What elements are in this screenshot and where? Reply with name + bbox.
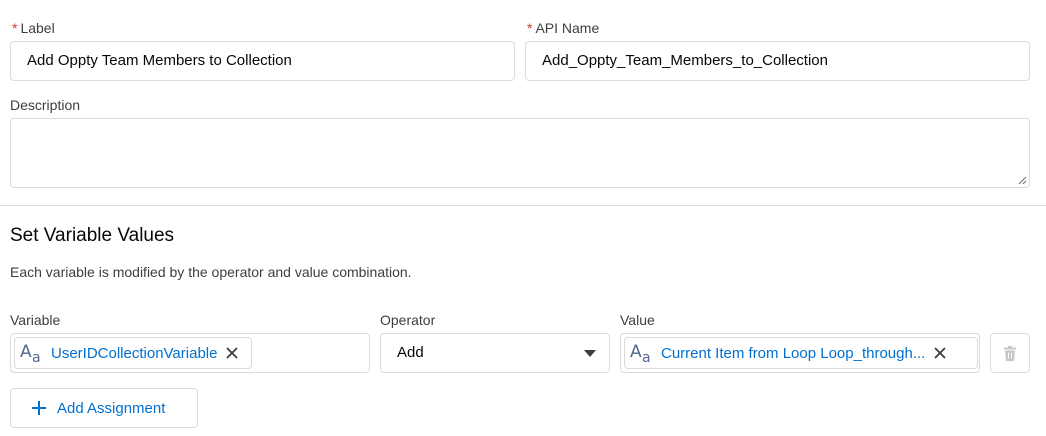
section-title: Set Variable Values [10,225,175,246]
delete-assignment-button[interactable] [990,333,1030,373]
svg-text:a: a [32,350,41,365]
description-label: Description [10,97,81,113]
label-input[interactable]: Add Oppty Team Members to Collection [10,41,515,81]
svg-text:A: A [20,342,32,362]
section-description: Each variable is modified by the operato… [10,264,412,280]
value-label: Value [620,312,655,328]
api-name-field-label-text: API Name [535,20,600,36]
plus-icon [31,400,47,416]
operator-select[interactable]: Add [380,333,610,373]
close-icon[interactable] [225,346,239,360]
trash-icon [1004,345,1016,361]
label-field-label-text: Label [20,20,55,36]
required-marker: * [527,20,533,36]
resize-grip-icon[interactable] [1018,176,1027,185]
value-combobox[interactable]: A a Current Item from Loop Loop_through.… [620,333,980,373]
required-marker: * [12,20,18,36]
variable-pill-label: UserIDCollectionVariable [51,344,218,362]
variable-combobox[interactable]: A a UserIDCollectionVariable [10,333,370,373]
close-icon[interactable] [933,346,947,360]
operator-label: Operator [380,312,436,328]
operator-selected-value: Add [397,344,424,361]
text-type-icon: A a [19,341,45,365]
api-name-input[interactable]: Add_Oppty_Team_Members_to_Collection [525,41,1030,81]
value-pill[interactable]: A a Current Item from Loop Loop_through.… [624,337,978,369]
section-divider [0,205,1046,206]
description-textarea[interactable] [10,118,1030,188]
chevron-down-icon [584,350,596,357]
add-assignment-label: Add Assignment [57,399,166,417]
api-name-field-label: * API Name [527,20,599,36]
svg-text:A: A [630,342,642,362]
value-pill-label: Current Item from Loop Loop_through... [661,344,926,362]
text-type-icon: A a [629,341,655,365]
variable-label: Variable [10,312,61,328]
variable-pill[interactable]: A a UserIDCollectionVariable [14,337,252,369]
label-field-label: * Label [12,20,55,36]
add-assignment-button[interactable]: Add Assignment [10,388,198,428]
svg-text:a: a [642,350,651,365]
